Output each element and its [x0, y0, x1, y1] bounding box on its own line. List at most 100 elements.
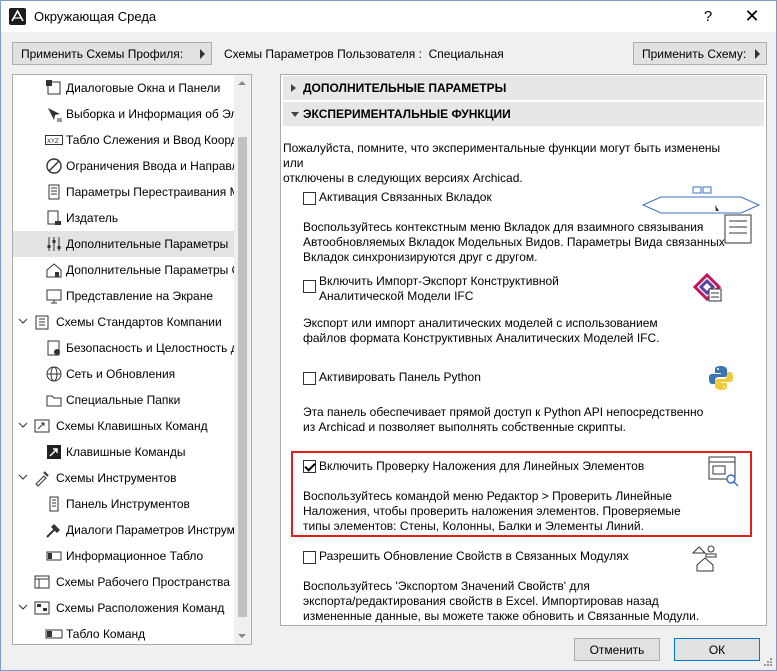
- network-icon: [46, 366, 62, 382]
- tree-item-house-options[interactable]: Дополнительные Параметры О: [13, 257, 235, 283]
- section-experimental-features[interactable]: ЭКСПЕРИМЕНТАЛЬНЫЕ ФУНКЦИИ: [283, 102, 764, 126]
- environment-dialog: Окружающая Среда ? ✕ Применить Схемы Про…: [0, 0, 777, 671]
- workspace-schemes-icon: [34, 575, 50, 589]
- python-panel-description: Эта панель обеспечивает прямой доступ к …: [303, 405, 703, 435]
- tree-item-more-options[interactable]: Дополнительные Параметры: [13, 231, 235, 257]
- tree-item-rebuild-options[interactable]: Параметры Перестраивания Мо: [13, 179, 235, 205]
- chevron-right-icon: [200, 49, 205, 59]
- linear-overlap-checkbox[interactable]: [303, 460, 316, 473]
- section-advanced-title: ДОПОЛНИТЕЛЬНЫЕ ПАРАМЕТРЫ: [303, 81, 507, 95]
- close-button[interactable]: ✕: [730, 1, 774, 32]
- tree-item-label: Табло Слежения и Ввод Коорди: [66, 133, 235, 147]
- tree-item-label: Табло Команд: [66, 627, 146, 641]
- linked-tabs-icon: [641, 186, 761, 244]
- python-panel-label: Активировать Панель Python: [319, 370, 481, 384]
- description-line: Наложения, чтобы проверить наложения эле…: [303, 504, 681, 518]
- description-line: Воспользуйтесь 'Экспортом Значений Свойс…: [303, 579, 590, 593]
- tree-item-data-safety[interactable]: Безопасность и Целостность да: [13, 335, 235, 361]
- keyboard-shortcuts-icon: [47, 445, 61, 459]
- description-line: Эта панель обеспечивает прямой доступ к …: [303, 405, 704, 419]
- chevron-right-icon: [291, 84, 296, 92]
- ifc-logo-icon: [692, 272, 722, 302]
- tree-item-company-standards[interactable]: Схемы Стандартов Компании: [13, 309, 235, 335]
- tree-item-dialog-panels[interactable]: Диалоговые Окна и Панели: [13, 75, 235, 101]
- tree-item-tool-settings[interactable]: Диалоги Параметров Инструме: [13, 517, 235, 543]
- tree-item-label: Ограничения Ввода и Направл: [66, 159, 235, 173]
- scroll-up-icon[interactable]: [238, 81, 246, 85]
- settings-tree: Диалоговые Окна и Панели Выборка и Инфор…: [12, 74, 252, 645]
- python-logo-icon: [709, 366, 733, 390]
- house-options-icon: [46, 263, 62, 278]
- cancel-button[interactable]: Отменить: [574, 638, 660, 661]
- linear-overlap-label: Включить Проверку Наложения для Линейных…: [319, 459, 645, 473]
- ifc-structural-checkbox[interactable]: [303, 280, 316, 293]
- linked-tabs-label: Активация Связанных Вкладок: [319, 190, 492, 204]
- input-constraints-icon: [46, 158, 62, 174]
- apply-profile-schemes-button[interactable]: Применить Схемы Профиля:: [12, 42, 212, 65]
- special-folders-icon: [46, 395, 62, 407]
- tree-item-label: Клавишные Команды: [66, 445, 186, 459]
- tree-item-tracker[interactable]: XYZ Табло Слежения и Ввод Коорди: [13, 127, 235, 153]
- tree-item-selection-info[interactable]: Выборка и Информация об Эле: [13, 101, 235, 127]
- chevron-down-icon[interactable]: [18, 316, 28, 326]
- tree-item-label: Безопасность и Целостность да: [66, 341, 235, 355]
- tree-item-special-folders[interactable]: Специальные Папки: [13, 387, 235, 413]
- chevron-down-icon: [291, 112, 299, 117]
- tree-item-label: Издатель: [66, 211, 119, 225]
- tree-item-label: Схемы Расположения Команд: [56, 601, 225, 615]
- apply-scheme-label: Применить Схему:: [642, 46, 747, 61]
- toolbox-icon: [49, 496, 59, 512]
- section-experimental-title: ЭКСПЕРИМЕНТАЛЬНЫЕ ФУНКЦИИ: [303, 107, 511, 121]
- help-button[interactable]: ?: [686, 1, 730, 32]
- tree-item-workspace-schemes[interactable]: Схемы Рабочего Пространства: [13, 569, 235, 595]
- user-schemes-label: Схемы Параметров Пользователя :: [224, 47, 422, 61]
- scroll-down-icon[interactable]: [238, 634, 246, 638]
- user-schemes-readout: Схемы Параметров Пользователя : Специаль…: [224, 47, 504, 61]
- scrollbar-thumb[interactable]: [238, 137, 247, 617]
- section-advanced-options[interactable]: ДОПОЛНИТЕЛЬНЫЕ ПАРАМЕТРЫ: [283, 76, 764, 100]
- user-schemes-value: Специальная: [428, 47, 504, 61]
- chevron-down-icon[interactable]: [18, 472, 28, 482]
- tree-item-on-screen-view[interactable]: Представление на Экране: [13, 283, 235, 309]
- tree-item-info-box[interactable]: Информационное Табло: [13, 543, 235, 569]
- hotlink-properties-description: Воспользуйтесь 'Экспортом Значений Свойс…: [303, 579, 699, 624]
- description-line: типы элементов: Стены, Колонны, Балки и …: [303, 519, 644, 533]
- hotlink-properties-checkbox[interactable]: [303, 551, 316, 564]
- tree-item-keyboard-schemes[interactable]: Схемы Клавишных Команд: [13, 413, 235, 439]
- tree-item-toolbox[interactable]: Панель Инструментов: [13, 491, 235, 517]
- tree-item-tool-schemes[interactable]: Схемы Инструментов: [13, 465, 235, 491]
- apply-scheme-button[interactable]: Применить Схему:: [633, 42, 767, 65]
- tree-item-label: Диалоги Параметров Инструме: [66, 523, 235, 537]
- linear-overlap-description: Воспользуйтесь командой меню Редактор > …: [303, 489, 681, 534]
- tree-scrollbar[interactable]: [234, 75, 251, 644]
- more-options-icon: [47, 237, 61, 251]
- tree-item-command-layout[interactable]: Схемы Расположения Команд: [13, 595, 235, 621]
- info-box-icon: [46, 551, 62, 561]
- svg-text:XYZ: XYZ: [47, 138, 59, 145]
- tool-schemes-icon: [35, 471, 49, 487]
- python-panel-checkbox[interactable]: [303, 372, 316, 385]
- tree-item-label: Схемы Инструментов: [56, 471, 177, 485]
- resize-grip-icon[interactable]: [763, 657, 773, 667]
- chevron-down-icon[interactable]: [18, 602, 28, 612]
- rebuild-options-icon: [48, 184, 60, 200]
- tree-item-label: Параметры Перестраивания Мо: [66, 185, 235, 199]
- tree-item-input-constraints[interactable]: Ограничения Ввода и Направл: [13, 153, 235, 179]
- linked-tabs-checkbox[interactable]: [303, 192, 316, 205]
- tree-item-keyboard-shortcuts[interactable]: Клавишные Команды: [13, 439, 235, 465]
- description-line: файлов формата Конструктивных Аналитичес…: [303, 331, 660, 345]
- label-line: Включить Импорт-Экспорт Конструктивной: [319, 274, 559, 288]
- tree-item-publisher[interactable]: Издатель: [13, 205, 235, 231]
- ok-button[interactable]: ОК: [674, 638, 760, 661]
- publisher-icon: [47, 210, 61, 225]
- chevron-down-icon[interactable]: [18, 420, 28, 430]
- tree-item-label: Панель Инструментов: [66, 497, 190, 511]
- options-panel: ДОПОЛНИТЕЛЬНЫЕ ПАРАМЕТРЫ ЭКСПЕРИМЕНТАЛЬН…: [280, 74, 767, 626]
- on-screen-view-icon: [46, 289, 62, 304]
- tree-item-label: Схемы Клавишных Команд: [56, 419, 208, 433]
- tree-item-network[interactable]: Сеть и Обновления: [13, 361, 235, 387]
- company-standards-icon: [35, 315, 49, 330]
- command-bar-icon: [45, 629, 63, 639]
- tree-item-command-bar[interactable]: Табло Команд: [13, 621, 235, 644]
- description-line: Экспорт или импорт аналитических моделей…: [303, 316, 658, 330]
